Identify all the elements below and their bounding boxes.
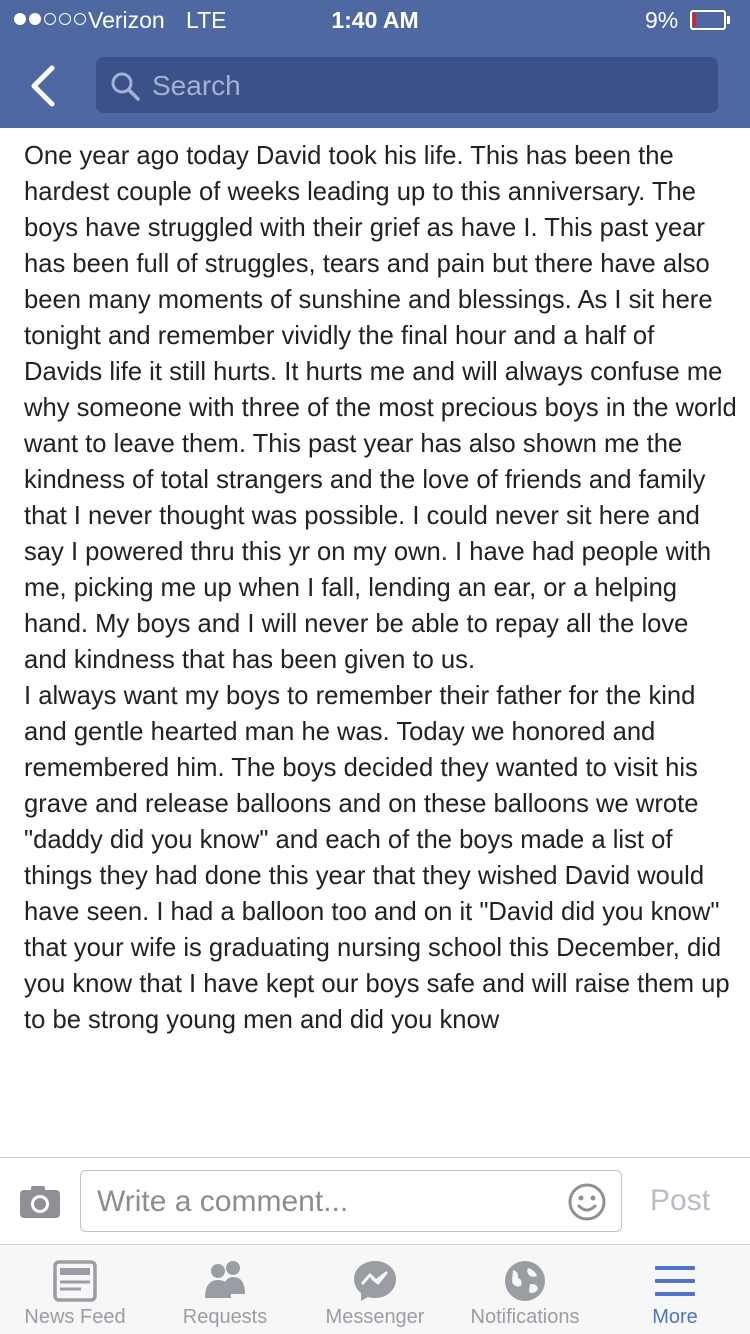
top-bar: Verizon LTE 1:40 AM 9% <box>0 0 750 128</box>
post-paragraph: I always want my boys to remember their … <box>24 682 730 1034</box>
comment-bar: Write a comment... Post <box>0 1157 750 1245</box>
tab-requests[interactable]: Requests <box>150 1246 300 1334</box>
comment-field[interactable]: Write a comment... <box>80 1170 622 1232</box>
camera-icon <box>20 1186 60 1218</box>
tab-news-feed[interactable]: News Feed <box>0 1246 150 1334</box>
search-icon <box>111 72 140 101</box>
status-time: 1:40 AM <box>331 7 419 33</box>
chevron-left-icon <box>31 65 55 107</box>
tab-bar: News Feed Requests Messenger Notificatio… <box>0 1246 750 1334</box>
tab-label: News Feed <box>24 1306 126 1328</box>
post-paragraph: One year ago today David took his life. … <box>24 142 737 674</box>
news-feed-icon <box>53 1260 97 1302</box>
status-bar: Verizon LTE 1:40 AM 9% <box>0 0 750 40</box>
friend-requests-icon <box>205 1261 245 1298</box>
camera-button[interactable] <box>18 1186 62 1220</box>
tab-label: Requests <box>182 1306 268 1328</box>
tab-notifications[interactable]: Notifications <box>450 1246 600 1334</box>
menu-icon <box>655 1266 695 1296</box>
search-input[interactable] <box>152 70 692 102</box>
post-body: One year ago today David took his life. … <box>24 138 738 1157</box>
messenger-icon <box>354 1261 396 1301</box>
comment-input[interactable]: Write a comment... <box>97 1185 348 1219</box>
tab-messenger[interactable]: Messenger <box>300 1246 450 1334</box>
emoji-icon[interactable] <box>567 1182 607 1222</box>
tab-more[interactable]: More <box>600 1246 750 1334</box>
battery-percentage: 9% <box>645 7 679 33</box>
tab-label: More <box>652 1306 698 1328</box>
back-button[interactable] <box>26 64 66 108</box>
tab-label: Messenger <box>325 1306 425 1328</box>
battery-icon <box>690 10 732 30</box>
search-bar[interactable] <box>96 57 718 113</box>
post-button[interactable]: Post <box>650 1184 710 1218</box>
globe-icon <box>505 1261 545 1301</box>
tab-label: Notifications <box>470 1306 580 1328</box>
